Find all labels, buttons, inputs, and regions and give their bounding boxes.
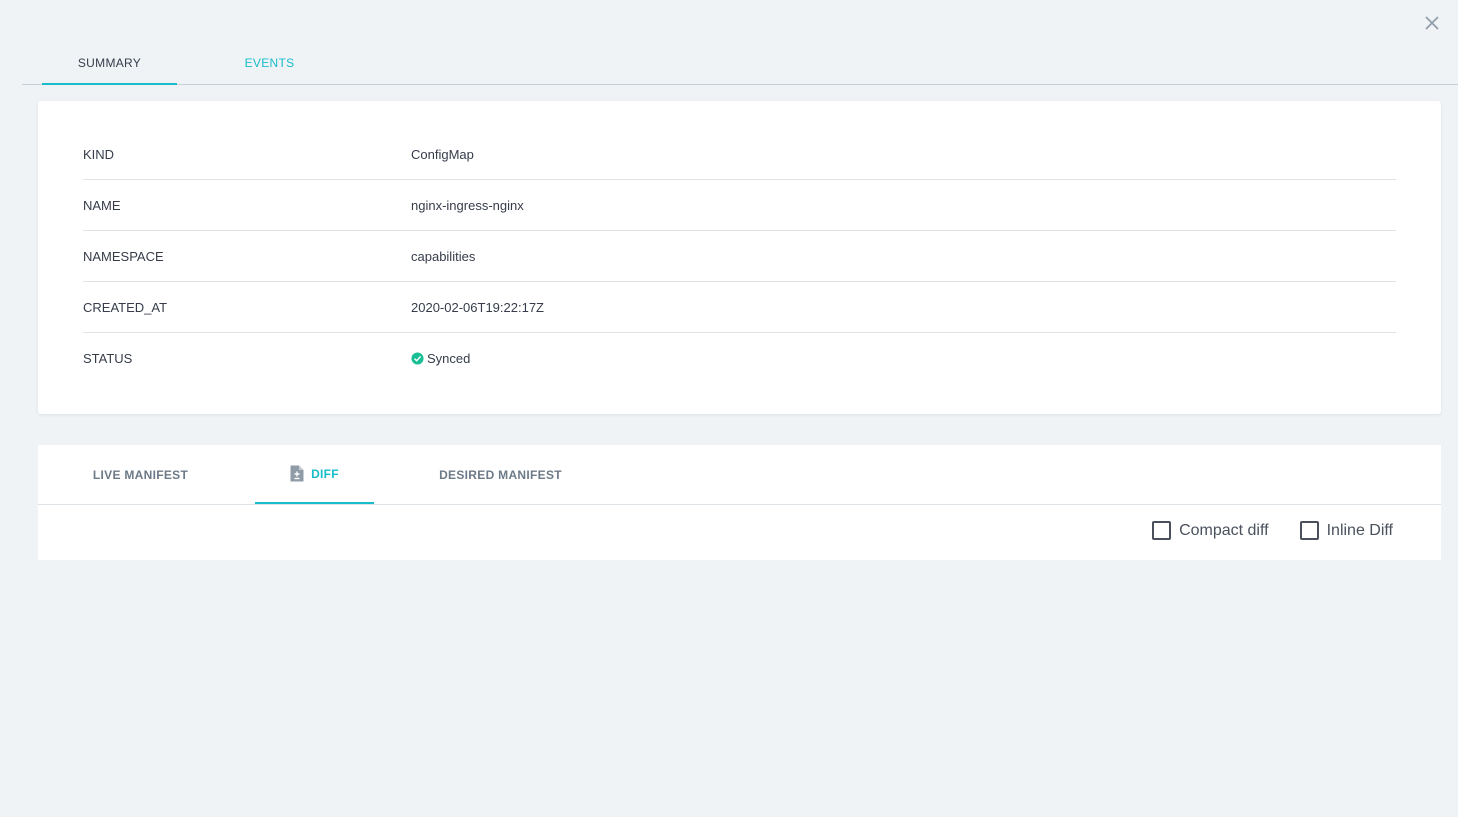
- summary-key: NAME: [83, 197, 121, 213]
- inline-diff-option[interactable]: Inline Diff: [1299, 521, 1393, 540]
- resource-details-panel: SUMMARY EVENTS KIND ConfigMap NAME nginx…: [0, 0, 1458, 817]
- summary-key: KIND: [83, 146, 115, 162]
- inline-diff-checkbox[interactable]: [1299, 521, 1319, 540]
- tab-summary[interactable]: SUMMARY: [42, 42, 177, 85]
- summary-row-kind: KIND ConfigMap: [83, 129, 1396, 180]
- summary-table: KIND ConfigMap NAME nginx-ingress-nginx …: [83, 129, 1396, 384]
- summary-card: KIND ConfigMap NAME nginx-ingress-nginx …: [38, 101, 1441, 414]
- summary-value: ConfigMap: [411, 146, 474, 162]
- tab-live-manifest[interactable]: LIVE MANIFEST: [73, 445, 208, 504]
- manifest-tabs: LIVE MANIFEST DIFF DESIRED MANIFEST: [38, 445, 1441, 505]
- tab-desired-manifest[interactable]: DESIRED MANIFEST: [423, 445, 578, 504]
- summary-value: 2020-02-06T19:22:17Z: [411, 299, 544, 315]
- summary-row-name: NAME nginx-ingress-nginx: [83, 180, 1396, 231]
- manifest-card: LIVE MANIFEST DIFF DESIRED MANIFEST Comp…: [38, 445, 1441, 560]
- top-tabs: SUMMARY EVENTS: [22, 42, 1458, 85]
- summary-value: nginx-ingress-nginx: [411, 197, 524, 213]
- summary-key: CREATED_AT: [83, 299, 168, 315]
- compact-diff-option[interactable]: Compact diff: [1152, 521, 1269, 540]
- close-icon: [1425, 16, 1439, 30]
- summary-row-namespace: NAMESPACE capabilities: [83, 231, 1396, 282]
- check-circle-icon: [411, 352, 424, 365]
- diff-options: Compact diff Inline Diff: [1121, 521, 1393, 540]
- close-button[interactable]: [1421, 12, 1443, 34]
- status-value: Synced: [411, 351, 470, 366]
- summary-key: NAMESPACE: [83, 248, 164, 264]
- tab-diff[interactable]: DIFF: [255, 445, 374, 504]
- compact-diff-label: Compact diff: [1179, 521, 1269, 539]
- summary-row-status: STATUS Synced: [83, 333, 1396, 384]
- inline-diff-label: Inline Diff: [1326, 521, 1393, 539]
- summary-value: capabilities: [411, 248, 476, 264]
- tab-events[interactable]: EVENTS: [217, 42, 322, 85]
- summary-row-created-at: CREATED_AT 2020-02-06T19:22:17Z: [83, 282, 1396, 333]
- summary-key: STATUS: [83, 351, 133, 366]
- status-label: Synced: [427, 351, 471, 366]
- compact-diff-checkbox[interactable]: [1152, 521, 1172, 540]
- file-diff-icon: [290, 465, 304, 482]
- tab-diff-label: DIFF: [311, 466, 339, 481]
